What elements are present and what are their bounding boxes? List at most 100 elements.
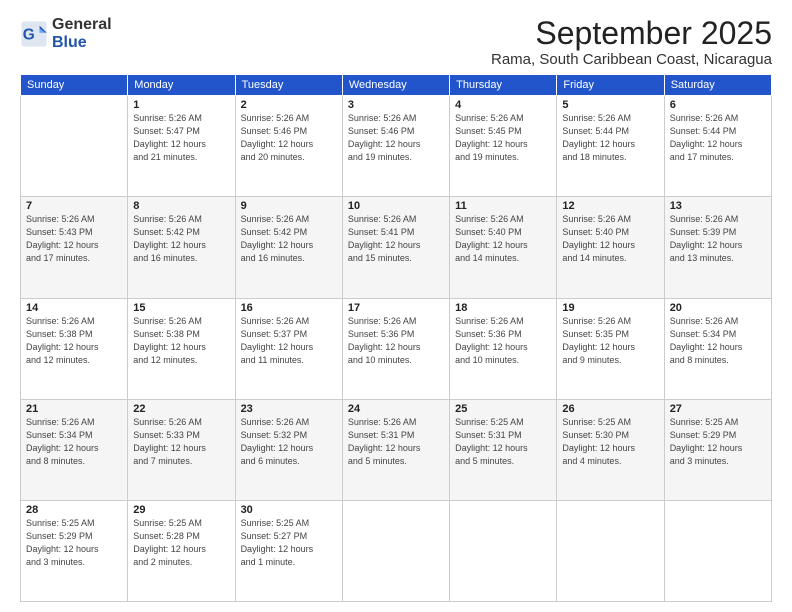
col-sunday: Sunday [21,75,128,96]
day-number: 5 [562,99,658,111]
day-number: 21 [26,403,122,415]
day-cell: 25Sunrise: 5:25 AMSunset: 5:31 PMDayligh… [450,399,557,500]
day-info: Sunrise: 5:26 AMSunset: 5:38 PMDaylight:… [26,315,122,367]
logo-text: General Blue [52,16,112,52]
day-number: 29 [133,504,229,516]
day-number: 16 [241,302,337,314]
day-info: Sunrise: 5:26 AMSunset: 5:44 PMDaylight:… [670,112,766,164]
day-cell [342,500,449,601]
page: G General Blue September 2025 Rama, Sout… [0,0,792,612]
logo-blue: Blue [52,34,87,51]
calendar-table: Sunday Monday Tuesday Wednesday Thursday… [20,74,772,602]
day-cell: 19Sunrise: 5:26 AMSunset: 5:35 PMDayligh… [557,298,664,399]
day-number: 25 [455,403,551,415]
day-number: 4 [455,99,551,111]
week-row-2: 7Sunrise: 5:26 AMSunset: 5:43 PMDaylight… [21,197,772,298]
day-info: Sunrise: 5:26 AMSunset: 5:34 PMDaylight:… [670,315,766,367]
day-info: Sunrise: 5:26 AMSunset: 5:42 PMDaylight:… [133,213,229,265]
day-info: Sunrise: 5:25 AMSunset: 5:30 PMDaylight:… [562,416,658,468]
day-number: 9 [241,200,337,212]
day-number: 24 [348,403,444,415]
logo-icon: G [20,20,48,48]
day-info: Sunrise: 5:26 AMSunset: 5:36 PMDaylight:… [455,315,551,367]
col-wednesday: Wednesday [342,75,449,96]
day-number: 27 [670,403,766,415]
title-block: September 2025 Rama, South Caribbean Coa… [491,16,772,68]
day-info: Sunrise: 5:26 AMSunset: 5:34 PMDaylight:… [26,416,122,468]
day-cell: 26Sunrise: 5:25 AMSunset: 5:30 PMDayligh… [557,399,664,500]
logo-general: General [52,16,112,33]
day-number: 22 [133,403,229,415]
day-cell: 1Sunrise: 5:26 AMSunset: 5:47 PMDaylight… [128,96,235,197]
day-cell: 14Sunrise: 5:26 AMSunset: 5:38 PMDayligh… [21,298,128,399]
day-info: Sunrise: 5:26 AMSunset: 5:38 PMDaylight:… [133,315,229,367]
day-info: Sunrise: 5:26 AMSunset: 5:32 PMDaylight:… [241,416,337,468]
day-cell: 22Sunrise: 5:26 AMSunset: 5:33 PMDayligh… [128,399,235,500]
day-cell: 6Sunrise: 5:26 AMSunset: 5:44 PMDaylight… [664,96,771,197]
day-cell: 5Sunrise: 5:26 AMSunset: 5:44 PMDaylight… [557,96,664,197]
day-number: 19 [562,302,658,314]
day-info: Sunrise: 5:26 AMSunset: 5:40 PMDaylight:… [562,213,658,265]
day-info: Sunrise: 5:25 AMSunset: 5:31 PMDaylight:… [455,416,551,468]
day-number: 18 [455,302,551,314]
day-cell: 16Sunrise: 5:26 AMSunset: 5:37 PMDayligh… [235,298,342,399]
day-number: 11 [455,200,551,212]
day-cell: 11Sunrise: 5:26 AMSunset: 5:40 PMDayligh… [450,197,557,298]
svg-text:G: G [23,27,35,44]
day-number: 12 [562,200,658,212]
day-info: Sunrise: 5:26 AMSunset: 5:47 PMDaylight:… [133,112,229,164]
day-number: 7 [26,200,122,212]
week-row-1: 1Sunrise: 5:26 AMSunset: 5:47 PMDaylight… [21,96,772,197]
day-info: Sunrise: 5:26 AMSunset: 5:46 PMDaylight:… [241,112,337,164]
day-cell: 8Sunrise: 5:26 AMSunset: 5:42 PMDaylight… [128,197,235,298]
day-cell [557,500,664,601]
day-number: 3 [348,99,444,111]
day-number: 8 [133,200,229,212]
day-info: Sunrise: 5:26 AMSunset: 5:31 PMDaylight:… [348,416,444,468]
day-info: Sunrise: 5:26 AMSunset: 5:35 PMDaylight:… [562,315,658,367]
day-number: 30 [241,504,337,516]
day-number: 10 [348,200,444,212]
day-info: Sunrise: 5:26 AMSunset: 5:36 PMDaylight:… [348,315,444,367]
day-info: Sunrise: 5:25 AMSunset: 5:29 PMDaylight:… [26,517,122,569]
day-info: Sunrise: 5:26 AMSunset: 5:37 PMDaylight:… [241,315,337,367]
day-cell: 21Sunrise: 5:26 AMSunset: 5:34 PMDayligh… [21,399,128,500]
day-cell: 13Sunrise: 5:26 AMSunset: 5:39 PMDayligh… [664,197,771,298]
day-cell: 2Sunrise: 5:26 AMSunset: 5:46 PMDaylight… [235,96,342,197]
day-number: 6 [670,99,766,111]
day-cell: 24Sunrise: 5:26 AMSunset: 5:31 PMDayligh… [342,399,449,500]
header: G General Blue September 2025 Rama, Sout… [20,16,772,68]
day-number: 23 [241,403,337,415]
day-info: Sunrise: 5:26 AMSunset: 5:45 PMDaylight:… [455,112,551,164]
day-cell: 20Sunrise: 5:26 AMSunset: 5:34 PMDayligh… [664,298,771,399]
day-info: Sunrise: 5:26 AMSunset: 5:40 PMDaylight:… [455,213,551,265]
col-saturday: Saturday [664,75,771,96]
day-cell: 18Sunrise: 5:26 AMSunset: 5:36 PMDayligh… [450,298,557,399]
week-row-3: 14Sunrise: 5:26 AMSunset: 5:38 PMDayligh… [21,298,772,399]
day-info: Sunrise: 5:25 AMSunset: 5:27 PMDaylight:… [241,517,337,569]
week-row-5: 28Sunrise: 5:25 AMSunset: 5:29 PMDayligh… [21,500,772,601]
day-cell [21,96,128,197]
day-info: Sunrise: 5:26 AMSunset: 5:33 PMDaylight:… [133,416,229,468]
day-number: 17 [348,302,444,314]
day-cell: 9Sunrise: 5:26 AMSunset: 5:42 PMDaylight… [235,197,342,298]
day-number: 26 [562,403,658,415]
col-monday: Monday [128,75,235,96]
day-cell: 7Sunrise: 5:26 AMSunset: 5:43 PMDaylight… [21,197,128,298]
logo: G General Blue [20,16,112,52]
day-number: 15 [133,302,229,314]
day-cell: 3Sunrise: 5:26 AMSunset: 5:46 PMDaylight… [342,96,449,197]
day-number: 20 [670,302,766,314]
col-tuesday: Tuesday [235,75,342,96]
day-cell: 29Sunrise: 5:25 AMSunset: 5:28 PMDayligh… [128,500,235,601]
day-number: 28 [26,504,122,516]
day-cell: 17Sunrise: 5:26 AMSunset: 5:36 PMDayligh… [342,298,449,399]
day-cell [664,500,771,601]
day-info: Sunrise: 5:26 AMSunset: 5:39 PMDaylight:… [670,213,766,265]
day-info: Sunrise: 5:26 AMSunset: 5:43 PMDaylight:… [26,213,122,265]
day-cell [450,500,557,601]
day-cell: 12Sunrise: 5:26 AMSunset: 5:40 PMDayligh… [557,197,664,298]
week-row-4: 21Sunrise: 5:26 AMSunset: 5:34 PMDayligh… [21,399,772,500]
col-friday: Friday [557,75,664,96]
col-thursday: Thursday [450,75,557,96]
